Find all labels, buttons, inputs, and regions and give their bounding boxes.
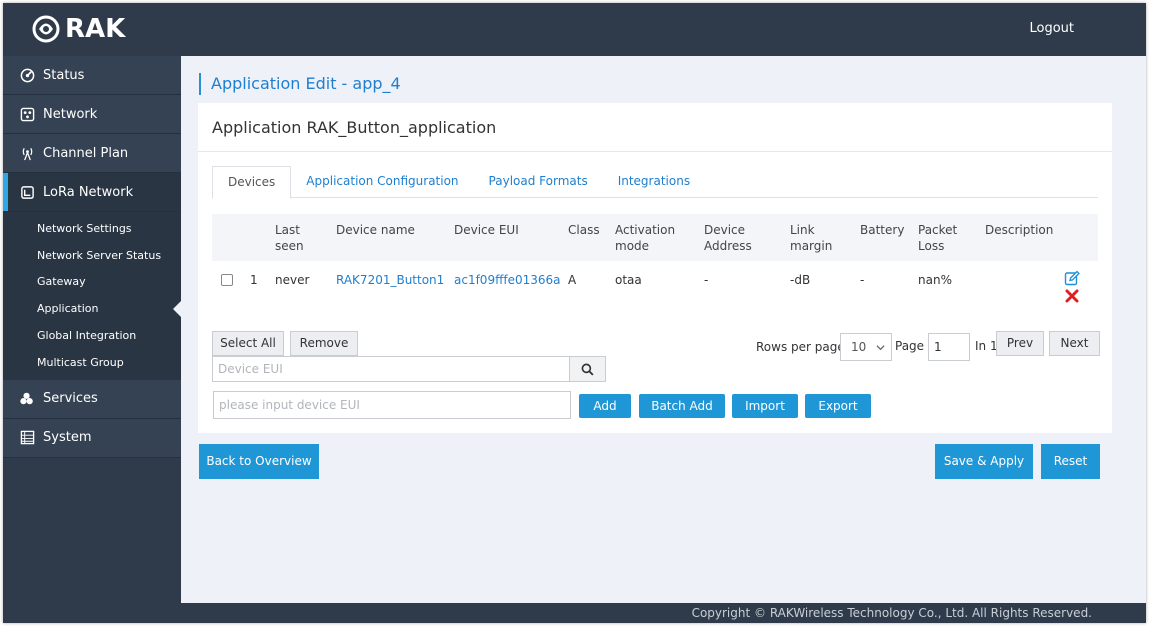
- row-class: A: [568, 273, 577, 287]
- subnav-multicast-group[interactable]: Multicast Group: [3, 349, 181, 376]
- edit-icon[interactable]: [1064, 270, 1080, 286]
- sidebar-item-label: Channel Plan: [43, 145, 129, 161]
- header-battery: Battery: [860, 223, 905, 237]
- subnav-network-server-status[interactable]: Network Server Status: [3, 242, 181, 269]
- search-icon: [581, 363, 594, 376]
- services-icon: [19, 391, 35, 407]
- antenna-icon: [19, 145, 35, 161]
- sidebar-item-label: Services: [43, 391, 98, 407]
- sidebar-item-label: Network: [43, 106, 98, 122]
- next-button[interactable]: Next: [1049, 331, 1100, 356]
- card-title: Application RAK_Button_application: [212, 118, 497, 137]
- logo-text: RAK: [65, 14, 126, 44]
- lora-subnav: Network Settings Network Server Status G…: [3, 212, 182, 380]
- row-last-seen: never: [275, 273, 310, 287]
- rows-per-page-select[interactable]: 10: [840, 333, 892, 361]
- header-packet-loss: Packet Loss: [918, 223, 958, 253]
- app-window: RAK Logout Status Network Channel Plan L…: [3, 3, 1146, 623]
- row-index: 1: [250, 273, 258, 287]
- row-packet-loss: nan%: [918, 273, 952, 287]
- delete-icon[interactable]: [1065, 289, 1079, 303]
- page-number-input[interactable]: [928, 333, 970, 361]
- logout-link[interactable]: Logout: [1029, 21, 1074, 36]
- devices-table: Last seen Device name Device EUI Class Ac…: [212, 214, 1098, 303]
- subnav-network-settings[interactable]: Network Settings: [3, 215, 181, 242]
- row-device-name-link[interactable]: RAK7201_Button1: [336, 272, 444, 288]
- sidebar-item-label: LoRa Network: [43, 184, 134, 200]
- export-button[interactable]: Export: [805, 394, 871, 418]
- sidebar-item-services[interactable]: Services: [3, 379, 181, 419]
- header-class: Class: [568, 223, 600, 237]
- top-bar: RAK Logout: [3, 3, 1146, 56]
- tab-payload-formats[interactable]: Payload Formats: [474, 166, 603, 198]
- sidebar-item-label: System: [43, 430, 92, 446]
- row-link-margin: -dB: [790, 273, 811, 287]
- rak-logo-icon: [32, 15, 60, 43]
- subnav-application[interactable]: Application: [3, 295, 182, 322]
- sidebar: Status Network Channel Plan LoRa Network…: [3, 56, 182, 603]
- search-input[interactable]: [212, 356, 570, 382]
- row-device-eui-link[interactable]: ac1f09fffe01366a: [454, 272, 560, 288]
- row-checkbox[interactable]: [221, 274, 233, 286]
- header-device-address: Device Address: [704, 223, 752, 253]
- subnav-global-integration[interactable]: Global Integration: [3, 322, 181, 349]
- tab-bar: Devices Application Configuration Payloa…: [212, 166, 1098, 199]
- sidebar-item-status[interactable]: Status: [3, 56, 181, 95]
- subnav-gateway[interactable]: Gateway: [3, 269, 181, 296]
- save-apply-button[interactable]: Save & Apply: [935, 444, 1033, 479]
- sidebar-item-system[interactable]: System: [3, 418, 181, 458]
- add-button[interactable]: Add: [579, 394, 631, 418]
- page-title: Application Edit - app_4: [199, 73, 401, 95]
- network-icon: [19, 106, 35, 122]
- page-count-label: In 1: [975, 339, 998, 353]
- search-button[interactable]: [569, 356, 606, 382]
- page-label: Page: [895, 339, 925, 353]
- sidebar-item-label: Status: [43, 67, 85, 83]
- select-all-button[interactable]: Select All: [212, 331, 284, 356]
- reset-button[interactable]: Reset: [1041, 444, 1100, 479]
- footer: Copyright © RAKWireless Technology Co., …: [3, 603, 1146, 623]
- row-activation-mode: otaa: [615, 273, 642, 287]
- import-button[interactable]: Import: [732, 394, 798, 418]
- header-activation-mode: Activation mode: [615, 223, 676, 253]
- tab-devices[interactable]: Devices: [212, 166, 292, 199]
- sidebar-item-lora-network[interactable]: LoRa Network: [3, 173, 181, 212]
- rows-per-page-value: 10: [851, 340, 867, 354]
- sidebar-item-network[interactable]: Network: [3, 95, 181, 134]
- header-description: Description: [985, 223, 1054, 237]
- row-battery: -: [860, 273, 865, 287]
- system-icon: [19, 430, 35, 446]
- back-to-overview-button[interactable]: Back to Overview: [199, 444, 319, 479]
- prev-button[interactable]: Prev: [996, 331, 1044, 356]
- remove-button[interactable]: Remove: [290, 331, 358, 356]
- application-card: Application RAK_Button_application Devic…: [198, 103, 1112, 433]
- device-eui-input[interactable]: [213, 391, 571, 419]
- tab-application-configuration[interactable]: Application Configuration: [291, 166, 473, 198]
- header-link-margin: Link margin: [790, 223, 833, 253]
- tab-integrations[interactable]: Integrations: [603, 166, 705, 198]
- chevron-down-icon: [876, 345, 885, 351]
- batch-add-button[interactable]: Batch Add: [639, 394, 725, 418]
- sidebar-item-channel-plan[interactable]: Channel Plan: [3, 134, 181, 173]
- header-device-name: Device name: [336, 223, 415, 237]
- status-icon: [19, 67, 35, 83]
- lora-icon: [19, 184, 35, 200]
- table-header: Last seen Device name Device EUI Class Ac…: [212, 214, 1098, 261]
- rows-per-page-label: Rows per page: [756, 340, 845, 354]
- header-last-seen: Last seen: [275, 223, 304, 253]
- rak-logo[interactable]: RAK: [31, 13, 125, 45]
- divider: [198, 151, 1112, 152]
- copyright-text: Copyright © RAKWireless Technology Co., …: [691, 606, 1092, 620]
- header-device-eui: Device EUI: [454, 223, 519, 237]
- row-device-address: -: [704, 273, 709, 287]
